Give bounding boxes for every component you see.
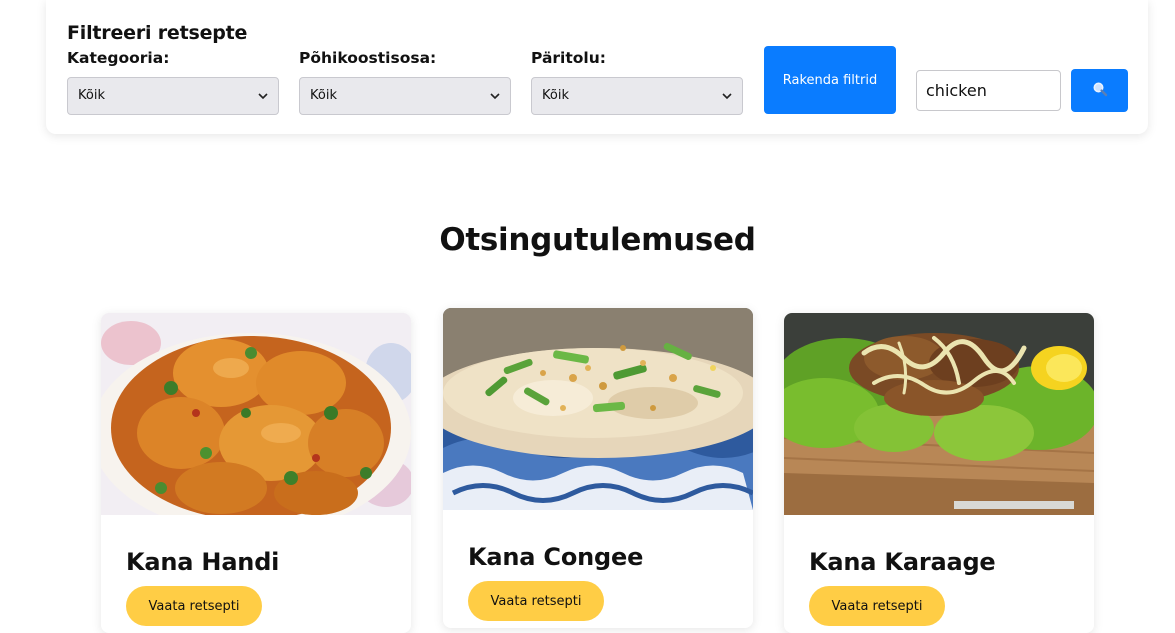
chevron-down-icon <box>256 78 270 114</box>
magnifier-icon <box>1092 81 1108 101</box>
recipe-title: Kana Handi <box>126 548 280 576</box>
search-button[interactable] <box>1071 69 1128 112</box>
recipe-card: Kana Congee Vaata retsepti <box>443 308 753 628</box>
recipe-title: Kana Karaage <box>809 548 996 576</box>
origin-label: Päritolu: <box>531 49 606 67</box>
ingredient-select-value: Kõik <box>310 88 337 103</box>
category-label: Kategooria: <box>67 49 170 67</box>
chevron-down-icon <box>720 78 734 114</box>
chevron-down-icon <box>488 78 502 114</box>
ingredient-filter: Põhikoostisosa: Kõik <box>299 49 511 115</box>
apply-filters-button[interactable]: Rakenda filtrid <box>764 46 896 114</box>
view-recipe-button[interactable]: Vaata retsepti <box>126 586 262 626</box>
results-heading: Otsingutulemused <box>439 222 756 258</box>
recipe-image[interactable] <box>784 313 1094 515</box>
filter-panel: Filtreeri retsepte Kategooria: Kõik Põhi… <box>46 0 1148 134</box>
filter-title: Filtreeri retsepte <box>67 22 248 44</box>
recipe-card: Kana Handi Vaata retsepti <box>101 313 411 633</box>
search-input[interactable]: chicken <box>916 70 1061 111</box>
view-recipe-button[interactable]: Vaata retsepti <box>468 581 604 621</box>
recipe-card: Kana Karaage Vaata retsepti <box>784 313 1094 633</box>
recipe-title: Kana Congee <box>468 543 644 571</box>
category-select[interactable]: Kõik <box>67 77 279 115</box>
category-select-value: Kõik <box>78 88 105 103</box>
view-recipe-button[interactable]: Vaata retsepti <box>809 586 945 626</box>
recipe-image[interactable] <box>101 313 411 515</box>
recipe-image[interactable] <box>443 308 753 510</box>
origin-select[interactable]: Kõik <box>531 77 743 115</box>
origin-select-value: Kõik <box>542 88 569 103</box>
origin-filter: Päritolu: Kõik <box>531 49 743 115</box>
ingredient-label: Põhikoostisosa: <box>299 49 437 67</box>
category-filter: Kategooria: Kõik <box>67 49 279 115</box>
ingredient-select[interactable]: Kõik <box>299 77 511 115</box>
